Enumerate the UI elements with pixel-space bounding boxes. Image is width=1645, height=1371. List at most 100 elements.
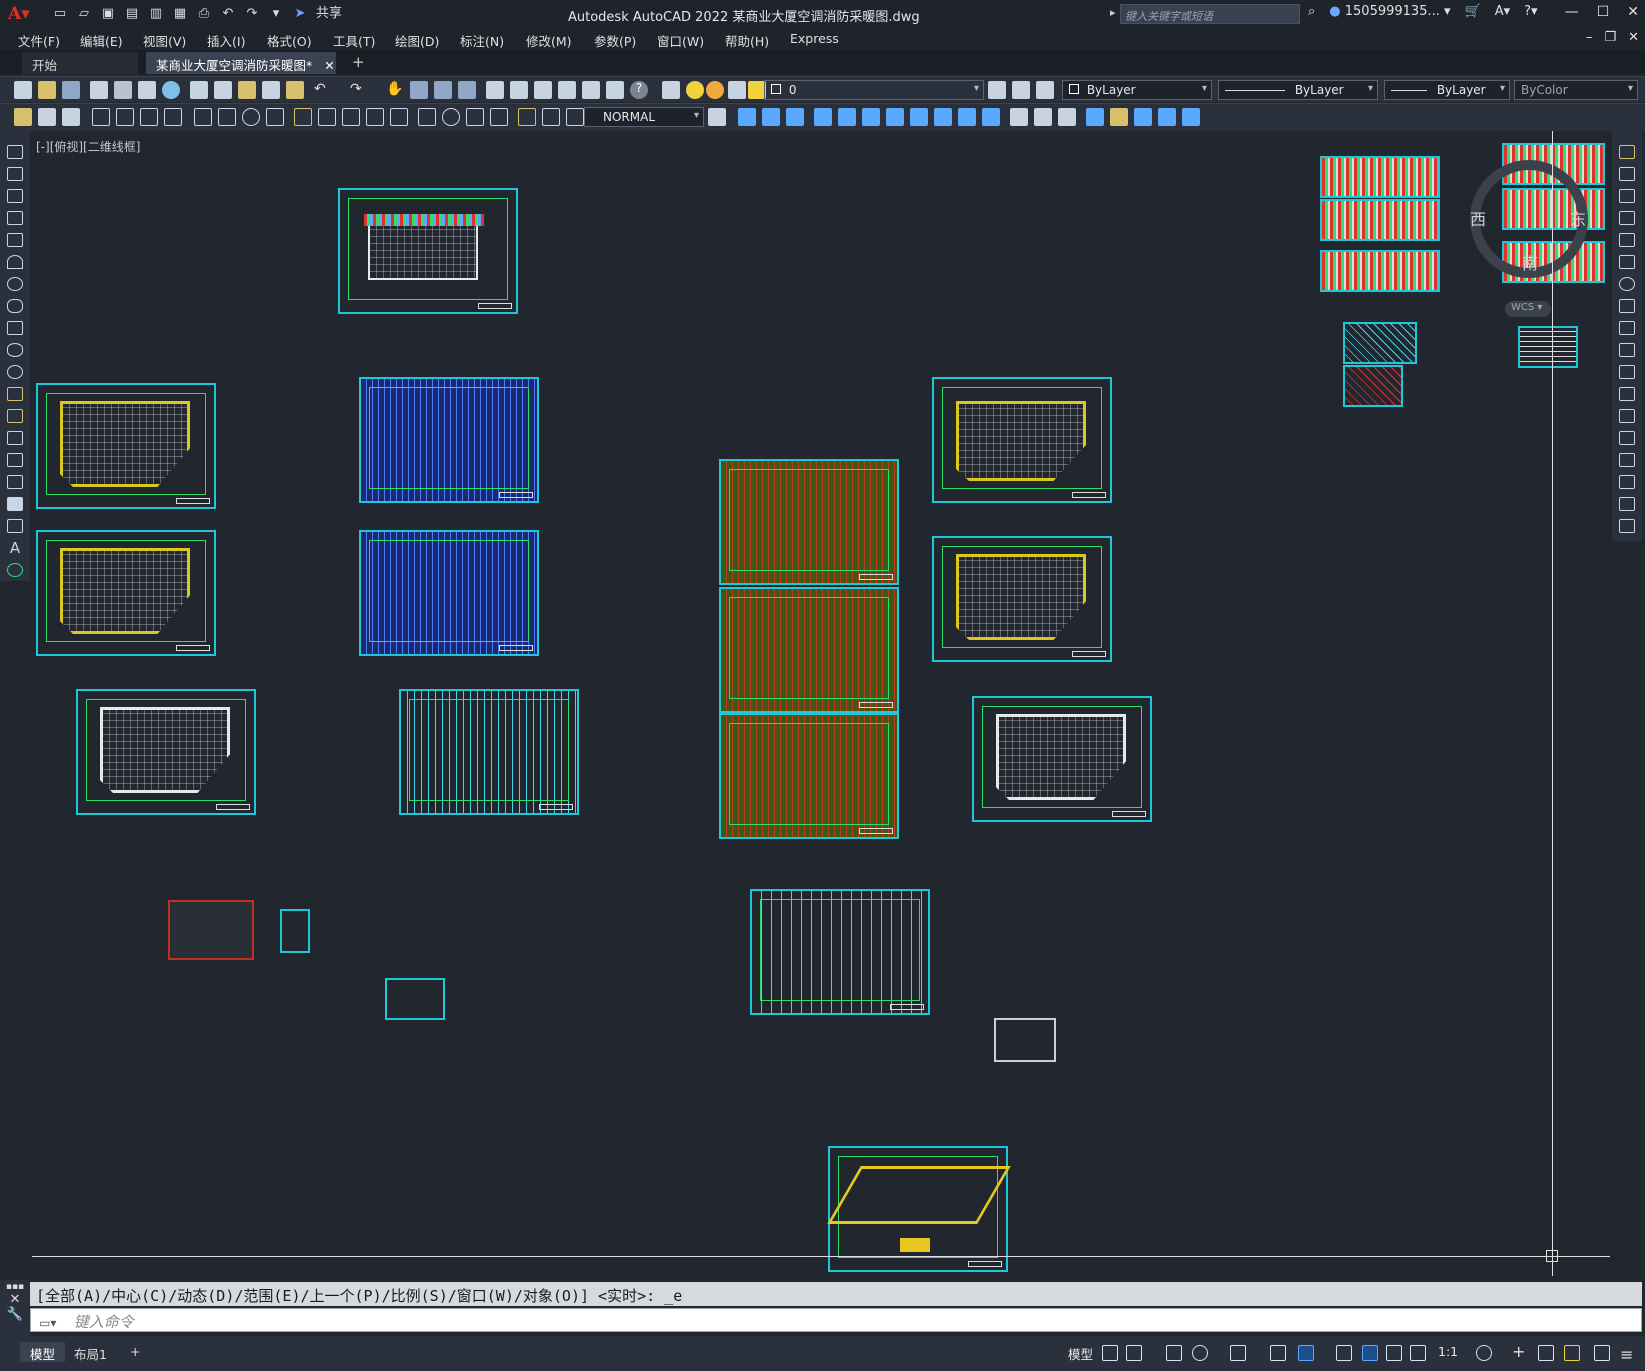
export-icon[interactable]: ▦: [172, 6, 188, 22]
command-input[interactable]: ▭▾ 键入命令: [30, 1308, 1642, 1332]
drawing-sheet[interactable]: [36, 383, 216, 509]
array-tool-icon[interactable]: [1619, 233, 1635, 247]
elevation-sheet[interactable]: [1320, 199, 1440, 241]
wblock-icon[interactable]: [62, 108, 80, 126]
doc-minimize-icon[interactable]: –: [1586, 30, 1593, 45]
menu-edit[interactable]: 编辑(E): [80, 31, 123, 50]
save-file-icon[interactable]: [62, 81, 80, 99]
drawing-sheet[interactable]: [932, 536, 1112, 662]
doc-restore-icon[interactable]: ❐: [1604, 30, 1616, 45]
search-icon[interactable]: ⌕: [1308, 4, 1315, 19]
cut-icon[interactable]: [190, 81, 208, 99]
blend-icon[interactable]: [1134, 108, 1152, 126]
spline-icon[interactable]: [7, 321, 23, 335]
maximize-icon[interactable]: ☐: [1597, 4, 1610, 20]
line-icon[interactable]: [7, 145, 23, 159]
explode-tool-icon[interactable]: [1619, 519, 1635, 533]
customize-icon[interactable]: 🔧: [0, 1307, 30, 1322]
drawing-sheet[interactable]: [750, 889, 930, 1015]
add-layout-button[interactable]: +: [120, 1342, 150, 1362]
aligned-dim-icon[interactable]: [116, 108, 134, 126]
menu-draw[interactable]: 绘图(D): [395, 31, 439, 50]
menu-help[interactable]: 帮助(H): [725, 31, 769, 50]
properties-icon[interactable]: [486, 81, 504, 99]
redo-icon[interactable]: ↷: [244, 6, 260, 22]
3d-dwf-icon[interactable]: [162, 81, 180, 99]
gradient-icon[interactable]: [7, 475, 23, 489]
lineweight-combo[interactable]: ByLayer ▾: [1384, 80, 1510, 100]
drawing-sheet[interactable]: [359, 530, 539, 656]
isodraft-icon[interactable]: [1230, 1345, 1246, 1361]
drawing-sheet[interactable]: [399, 689, 579, 815]
redo-icon-2[interactable]: ↷: [350, 81, 368, 99]
offset-tool-icon[interactable]: [1619, 211, 1635, 225]
drawing-sheet[interactable]: [719, 587, 899, 713]
dimstyle-combo[interactable]: NORMAL ▾: [584, 107, 704, 127]
doc-close-icon[interactable]: ✕: [1628, 30, 1639, 45]
ortho-icon[interactable]: [1166, 1345, 1182, 1361]
ellipse-arc-icon[interactable]: [7, 365, 23, 379]
join-tool-icon[interactable]: [1619, 431, 1635, 445]
rotate-icon[interactable]: [886, 108, 904, 126]
layer-viewport-icon[interactable]: [728, 81, 746, 99]
extend-tool-icon[interactable]: [1619, 365, 1635, 379]
point-icon[interactable]: [7, 431, 23, 445]
drawing-sheet[interactable]: [36, 530, 216, 656]
revision-cloud-icon[interactable]: [7, 299, 23, 313]
rectangle-icon[interactable]: [7, 233, 23, 247]
dim-edit-icon[interactable]: [518, 108, 536, 126]
small-detail-sheet[interactable]: [280, 909, 310, 953]
table-icon[interactable]: [7, 519, 23, 533]
grid-icon[interactable]: [1102, 1345, 1118, 1361]
move-tool-icon[interactable]: [1619, 255, 1635, 269]
erase-icon[interactable]: [738, 108, 756, 126]
color-combo[interactable]: ByLayer ▾: [1062, 80, 1212, 100]
zoom-previous-icon[interactable]: [458, 81, 476, 99]
customize-status-icon[interactable]: ≡: [1620, 1345, 1636, 1364]
baseline-dim-icon[interactable]: [318, 108, 336, 126]
hardware-accel-icon[interactable]: [1564, 1345, 1580, 1361]
preview-icon[interactable]: [114, 81, 132, 99]
move-icon[interactable]: [862, 108, 880, 126]
construction-line-icon[interactable]: [7, 167, 23, 181]
menu-view[interactable]: 视图(V): [143, 31, 186, 50]
reverse-icon[interactable]: [1158, 108, 1176, 126]
region-icon[interactable]: [7, 497, 23, 511]
scale-tool-icon[interactable]: [1619, 299, 1635, 313]
polyline-icon[interactable]: [7, 189, 23, 203]
zoom-window-icon[interactable]: [434, 81, 452, 99]
grip-icon[interactable]: ▪▪▪: [0, 1282, 30, 1292]
search-input[interactable]: 键入关键字或短语: [1120, 4, 1300, 24]
calculator-icon[interactable]: [606, 81, 624, 99]
help-icon[interactable]: ?▾: [1524, 4, 1537, 19]
snap-icon[interactable]: [1126, 1345, 1142, 1361]
tab-close-icon[interactable]: ✕: [324, 58, 334, 73]
dim-update-icon[interactable]: [566, 108, 584, 126]
fillet-icon[interactable]: [1086, 108, 1104, 126]
plus-icon[interactable]: +: [1512, 1344, 1528, 1361]
scale-icon[interactable]: [910, 108, 928, 126]
offset-icon[interactable]: [814, 108, 832, 126]
tab-drawing[interactable]: 某商业大厦空调消防采暖图* ✕: [146, 52, 336, 74]
share-label[interactable]: 共享: [316, 6, 342, 22]
plotstyle-combo[interactable]: ByColor ▾: [1514, 80, 1638, 100]
drawing-sheet[interactable]: [972, 696, 1152, 822]
qnew-icon[interactable]: [14, 81, 32, 99]
match-prop-icon[interactable]: [262, 81, 280, 99]
open-icon[interactable]: ▱: [76, 6, 92, 22]
menu-insert[interactable]: 插入(I): [207, 31, 245, 50]
model-space-button[interactable]: 模型: [1068, 1344, 1093, 1362]
new-icon[interactable]: ▭: [52, 6, 68, 22]
insert-block-icon[interactable]: [7, 387, 23, 401]
compass-east[interactable]: 东: [1570, 206, 1586, 230]
hatch-icon[interactable]: [7, 453, 23, 467]
tab-start[interactable]: 开始: [22, 52, 138, 74]
compass-south[interactable]: 南: [1522, 250, 1538, 274]
break-tool-icon[interactable]: [1619, 409, 1635, 423]
copy-tool-icon[interactable]: [1619, 167, 1635, 181]
small-detail-sheet[interactable]: [168, 900, 254, 960]
join-icon[interactable]: [1034, 108, 1052, 126]
elevation-sheet[interactable]: [1320, 250, 1440, 292]
explode-icon[interactable]: [1110, 108, 1128, 126]
menu-format[interactable]: 格式(O): [267, 31, 312, 50]
